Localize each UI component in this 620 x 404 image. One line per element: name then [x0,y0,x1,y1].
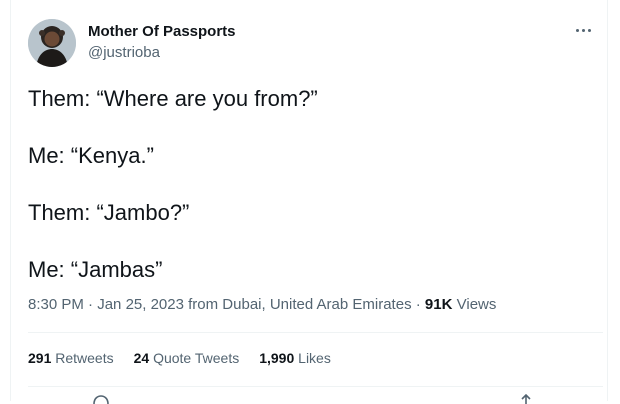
tweet-date[interactable]: Jan 25, 2023 [97,296,184,313]
author-name[interactable]: Mother Of Passports [88,23,236,40]
tweet-line: Them: “Where are you from?” [28,86,318,111]
tweet-text: Them: “Where are you from?” Me: “Kenya.”… [28,84,598,312]
retweets-count: 291 [28,350,52,366]
author-handle[interactable]: @justrioba [88,44,160,61]
likes-label: Likes [298,350,331,366]
likes-count: 1,990 [259,350,295,366]
meta-separator: · [415,296,421,313]
tweet-card: Mother Of Passports @justrioba Them: “Wh… [10,0,609,404]
divider [28,386,603,387]
action-bar [11,394,609,404]
tweet-line: Me: “Jambas” [28,257,163,282]
tweet-line: Me: “Kenya.” [28,143,154,168]
views-label: Views [456,296,497,313]
tweet-line: Them: “Jambo?” [28,200,190,225]
engagement-stats: 291 Retweets 24 Quote Tweets 1,990 Likes [28,350,331,366]
tweet-time[interactable]: 8:30 PM [28,296,84,313]
retweets-stat[interactable]: 291 Retweets [28,350,114,366]
reply-icon[interactable] [91,394,111,404]
tweet-meta: 8:30 PM · Jan 25, 2023 from Dubai, Unite… [28,296,496,313]
avatar-image [28,19,76,67]
quote-tweets-stat[interactable]: 24 Quote Tweets [134,350,240,366]
tweet-location: from Dubai, United Arab Emirates [188,296,412,313]
retweets-label: Retweets [55,350,114,366]
likes-stat[interactable]: 1,990 Likes [259,350,331,366]
meta-separator: · [88,296,94,313]
views-count: 91K [424,296,453,313]
quotes-label: Quote Tweets [153,350,240,366]
quotes-count: 24 [133,350,150,366]
more-options-icon[interactable] [573,22,595,40]
divider [28,332,603,333]
avatar[interactable] [28,19,76,67]
share-icon[interactable] [516,394,536,404]
